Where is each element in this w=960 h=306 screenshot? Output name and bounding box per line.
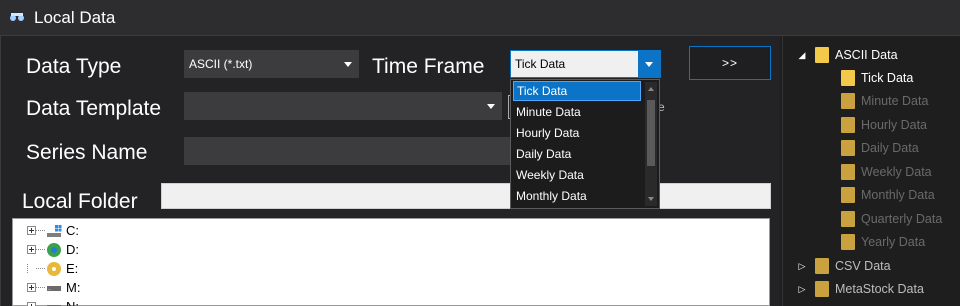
folder-icon [841,164,855,180]
time-frame-combo[interactable]: Tick Data [510,50,661,78]
tree-item-drive-m[interactable]: M: [13,278,80,297]
scroll-down-icon[interactable] [648,197,654,201]
cd-drive-icon [47,261,61,276]
data-type-combo[interactable]: ASCII (*.txt) [184,50,359,78]
collapse-icon[interactable]: ◢ [797,50,807,61]
folder-icon [841,234,855,250]
folder-icon [841,187,855,203]
time-frame-label: Time Frame [372,55,485,78]
tree-item-daily-data[interactable]: Daily Data [841,137,919,159]
expand-icon[interactable] [27,245,36,254]
tree-item-tick-data[interactable]: Tick Data [841,67,913,89]
series-name-label: Series Name [26,141,148,164]
scroll-thumb[interactable] [647,100,655,166]
window-title: Local Data [34,7,116,27]
folder-icon [841,117,855,133]
folder-icon [815,47,829,63]
tree-item-ascii-data[interactable]: ◢ ASCII Data [797,44,898,66]
dropdown-option[interactable]: Weekly Data [513,165,641,185]
local-folder-label: Local Folder [22,190,138,213]
dropdown-option[interactable]: Hourly Data [513,123,641,143]
folder-icon [841,70,855,86]
tree-item-weekly-data[interactable]: Weekly Data [841,161,932,183]
drive-label: M: [66,280,81,295]
tree-item-quarterly-data[interactable]: Quarterly Data [841,208,942,230]
app-logo-icon [10,12,24,21]
dropdown-option[interactable]: Minute Data [513,102,641,122]
folder-icon [841,93,855,109]
drive-label: D: [66,242,79,257]
tree-item-drive-e[interactable]: E: [13,259,78,278]
expand-icon[interactable]: ▷ [797,261,807,272]
tree-item-monthly-data[interactable]: Monthly Data [841,184,935,206]
dropdown-option[interactable]: Tick Data [513,81,641,101]
folder-icon [841,211,855,227]
tree-item-minute-data[interactable]: Minute Data [841,90,928,112]
dropdown-option[interactable]: Monthly Data [513,186,641,206]
dropdown-arrow-icon[interactable] [638,51,660,77]
time-frame-value: Tick Data [515,57,566,71]
expand-icon[interactable] [27,226,36,235]
chevron-down-icon [344,62,352,67]
tree-item-drive-c[interactable]: C: [13,221,79,240]
expand-icon[interactable] [27,302,36,306]
tree-item-yearly-data[interactable]: Yearly Data [841,231,925,253]
data-template-label: Data Template [26,97,162,120]
tree-item-drive-d[interactable]: D: [13,240,79,259]
folder-icon [815,258,829,274]
tree-item-drive-n[interactable]: N: [13,297,79,306]
dropdown-option[interactable]: Daily Data [513,144,641,164]
data-type-label: Data Type [26,55,122,78]
go-button[interactable]: >> [689,46,771,80]
scroll-up-icon[interactable] [648,87,654,91]
drive-label: N: [66,299,79,306]
drive-label: C: [66,223,79,238]
folder-icon [841,140,855,156]
data-template-combo[interactable] [184,92,502,120]
drive-label: E: [66,261,79,276]
series-name-input[interactable] [184,137,514,165]
drive-tree[interactable]: C: D: E: M: N: [12,218,770,306]
expand-icon[interactable]: ▷ [797,284,807,295]
windows-drive-icon [47,224,62,237]
local-folder-input[interactable] [161,183,771,209]
network-drive-icon [47,242,61,257]
tree-item-csv-data[interactable]: ▷ CSV Data [797,255,891,277]
hard-drive-icon [47,285,61,291]
data-category-tree: ◢ ASCII Data Tick Data Minute Data Hourl… [782,36,960,306]
dropdown-scrollbar[interactable] [645,82,657,206]
expand-icon[interactable] [27,283,36,292]
data-type-value: ASCII (*.txt) [189,57,253,71]
tree-item-hourly-data[interactable]: Hourly Data [841,114,927,136]
chevron-down-icon [487,104,495,109]
time-frame-dropdown-list[interactable]: Tick Data Minute Data Hourly Data Daily … [510,79,660,209]
tree-item-metastock-data[interactable]: ▷ MetaStock Data [797,278,924,300]
title-bar: Local Data [0,0,960,36]
folder-icon [815,281,829,297]
hard-drive-icon [47,304,61,306]
